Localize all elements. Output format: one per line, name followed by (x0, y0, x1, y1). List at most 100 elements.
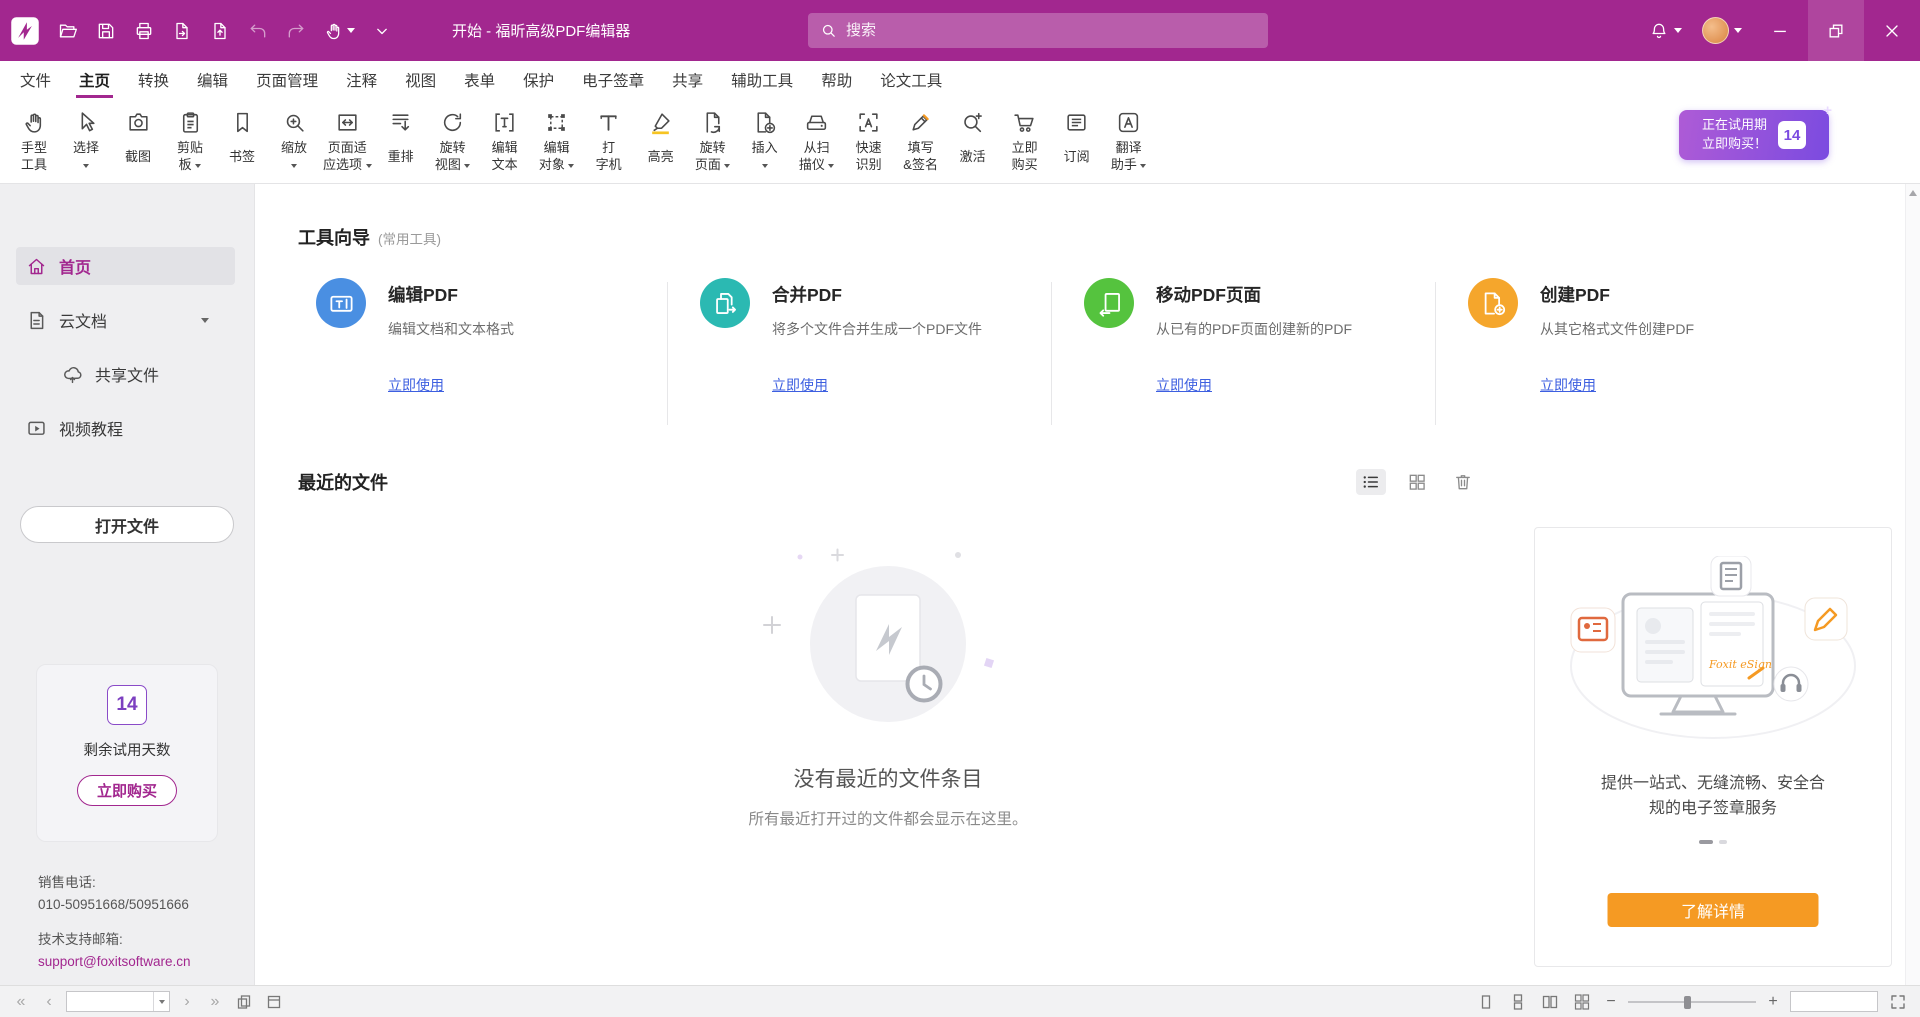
zoom-slider-thumb[interactable] (1684, 996, 1691, 1009)
ribbon-tool-fillsign[interactable]: 填写&签名 (895, 110, 947, 173)
ribbon-tool-zoom[interactable]: 缩放 (268, 110, 320, 173)
card-divider (667, 282, 668, 425)
zoom-out-button[interactable]: − (1602, 993, 1620, 1011)
vertical-scrollbar[interactable] (1905, 184, 1920, 985)
use-now-link[interactable]: 立即使用 (1156, 375, 1212, 395)
carousel-dot[interactable] (1719, 840, 1727, 844)
zoom-slider-track[interactable] (1628, 1001, 1756, 1004)
zoom-level-input[interactable] (1790, 991, 1878, 1012)
trial-banner[interactable]: + 正在试用期 立即购买！ 14 (1679, 110, 1829, 160)
menu-tab-accessibility[interactable]: 辅助工具 (717, 61, 807, 98)
menu-tab-home[interactable]: 主页 (65, 61, 124, 98)
ribbon-tool-ocr[interactable]: 快速识别 (843, 110, 895, 173)
ribbon-tool-reflow[interactable]: 重排 (375, 110, 427, 165)
learn-more-button[interactable]: 了解详情 (1608, 893, 1819, 927)
ribbon-tool-cart[interactable]: 立即购买 (999, 110, 1051, 173)
sidebar-item-cloud-docs[interactable]: 云文档 (16, 301, 235, 339)
quick-hand-tool-button[interactable] (316, 10, 362, 52)
redo-button[interactable] (278, 10, 314, 52)
menu-tab-file[interactable]: 文件 (6, 61, 65, 98)
use-now-link[interactable]: 立即使用 (1540, 375, 1596, 395)
restore-icon (1826, 21, 1846, 41)
bell-icon (1649, 21, 1669, 41)
sidebar-item-video-tutorials[interactable]: 视频教程 (16, 409, 235, 447)
ribbon-tool-typewriter[interactable]: 打字机 (583, 110, 635, 173)
page-preview-button[interactable] (262, 991, 286, 1013)
ribbon-tool-bookmark[interactable]: 书签 (216, 110, 268, 165)
facing-view-button[interactable] (1538, 991, 1562, 1013)
ribbon-tool-hand[interactable]: 手型工具 (8, 110, 60, 173)
close-button[interactable] (1864, 0, 1920, 61)
ribbon-tool-fit[interactable]: 页面适应选项 (320, 110, 375, 173)
print-button[interactable] (126, 10, 162, 52)
export-button[interactable] (164, 10, 200, 52)
user-avatar[interactable] (1702, 17, 1729, 44)
menu-tab-protect[interactable]: 保护 (509, 61, 568, 98)
menu-tab-share[interactable]: 共享 (658, 61, 717, 98)
save-button[interactable] (88, 10, 124, 52)
notifications-button[interactable] (1639, 0, 1692, 61)
undo-button[interactable] (240, 10, 276, 52)
fillsign-icon (908, 110, 933, 135)
hand-icon (324, 21, 344, 41)
support-email-link[interactable]: support@foxitsoftware.cn (38, 951, 191, 973)
single-page-view-button[interactable] (1474, 991, 1498, 1013)
ribbon-tool-edit-object[interactable]: 编辑对象 (531, 110, 583, 173)
previous-page-button[interactable]: ‹ (38, 994, 60, 1010)
carousel-dot-active[interactable] (1699, 840, 1713, 844)
ribbon-tool-scanner[interactable]: 从扫描仪 (791, 110, 843, 173)
snapshot-button[interactable] (232, 991, 256, 1013)
ribbon-tool-cursor[interactable]: 选择 (60, 110, 112, 173)
use-now-link[interactable]: 立即使用 (388, 375, 444, 395)
zoom-in-button[interactable]: + (1764, 993, 1782, 1011)
buy-now-button[interactable]: 立即购买 (77, 775, 177, 806)
ribbon-tool-activate[interactable]: 激活 (947, 110, 999, 165)
scroll-up-arrow-icon[interactable] (1909, 190, 1917, 196)
ribbon-tool-rotate-page[interactable]: 旋转页面 (687, 110, 739, 173)
share-document-button[interactable] (202, 10, 238, 52)
clear-recent-button[interactable] (1448, 469, 1478, 495)
list-view-button[interactable] (1356, 469, 1386, 495)
menu-tab-help[interactable]: 帮助 (807, 61, 866, 98)
continuous-facing-view-button[interactable] (1570, 991, 1594, 1013)
move-pdf-pages-icon (1084, 278, 1134, 328)
fullscreen-button[interactable] (1886, 991, 1910, 1013)
search-box[interactable] (808, 13, 1268, 48)
sidebar-item-shared-files[interactable]: 共享文件 (16, 355, 235, 393)
menu-tab-view[interactable]: 视图 (391, 61, 450, 98)
page-number-input[interactable] (67, 992, 153, 1011)
page-dropdown-button[interactable] (153, 992, 169, 1011)
account-menu[interactable] (1692, 0, 1752, 61)
menu-tab-form[interactable]: 表单 (450, 61, 509, 98)
open-file-button[interactable]: 打开文件 (20, 506, 234, 543)
open-file-quick-button[interactable] (50, 10, 86, 52)
ribbon-tool-news[interactable]: 订阅 (1051, 110, 1103, 165)
menu-tab-organize[interactable]: 页面管理 (242, 61, 332, 98)
ribbon-tool-clipboard[interactable]: 剪贴板 (164, 110, 216, 173)
first-page-button[interactable]: « (10, 994, 32, 1010)
menu-tab-esign[interactable]: 电子签章 (568, 61, 658, 98)
minimize-button[interactable] (1752, 0, 1808, 61)
menu-tab-convert[interactable]: 转换 (124, 61, 183, 98)
ribbon-tool-insert[interactable]: 插入 (739, 110, 791, 173)
ribbon-tool-camera[interactable]: 截图 (112, 110, 164, 165)
restore-window-button[interactable] (1808, 0, 1864, 61)
menu-tab-edit[interactable]: 编辑 (183, 61, 242, 98)
last-page-button[interactable]: » (204, 994, 226, 1010)
menu-tab-paper-tools[interactable]: 论文工具 (866, 61, 956, 98)
menu-tab-comment[interactable]: 注释 (332, 61, 391, 98)
ribbon-tool-edit-text[interactable]: 编辑文本 (479, 110, 531, 173)
use-now-link[interactable]: 立即使用 (772, 375, 828, 395)
sidebar-item-home[interactable]: 首页 (16, 247, 235, 285)
next-page-button[interactable]: › (176, 994, 198, 1010)
ribbon-tool-rotate[interactable]: 旋转视图 (427, 110, 479, 173)
search-input[interactable] (846, 22, 1256, 39)
ribbon-tool-highlight[interactable]: 高亮 (635, 110, 687, 165)
collapse-ribbon-button[interactable] (364, 10, 400, 52)
page-number-box[interactable] (66, 991, 170, 1012)
dropdown-caret-icon (366, 164, 372, 168)
continuous-view-button[interactable] (1506, 991, 1530, 1013)
zoom-slider[interactable] (1628, 993, 1756, 1011)
grid-view-button[interactable] (1402, 469, 1432, 495)
ribbon-tool-translate[interactable]: 翻译助手 (1103, 110, 1155, 173)
